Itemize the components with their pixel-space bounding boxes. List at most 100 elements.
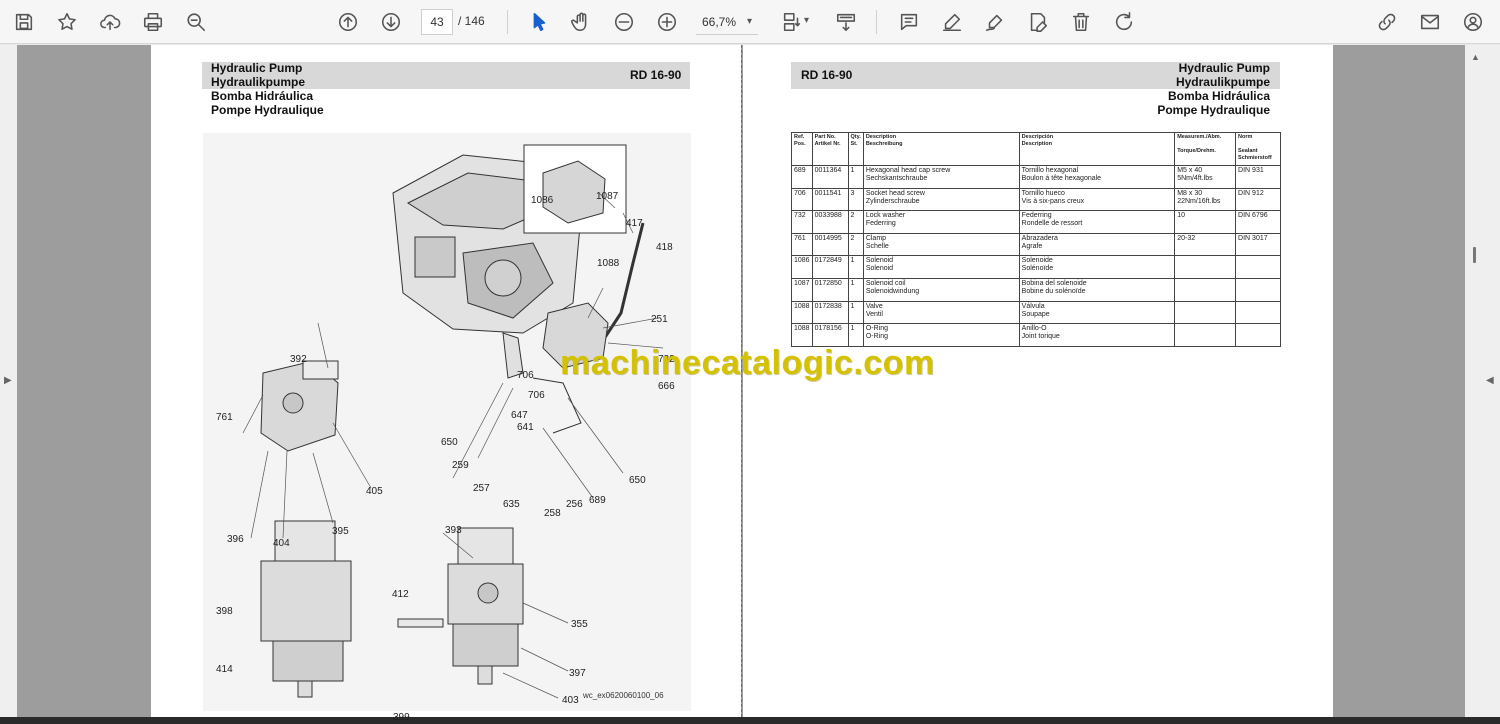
next-page-icon[interactable] [378,9,404,35]
expand-right-panel-icon[interactable]: ◀ [1486,375,1494,386]
cell-description-es-fr: Solenoide Solénoïde [1018,255,1176,279]
callout-label: 392 [290,354,307,365]
draw-signature-icon[interactable] [982,9,1008,35]
cell-description-es-fr: Válvula Soupape [1018,300,1176,325]
cell-description-en-de: Valve Ventil [862,300,1020,325]
callout-label: 706 [528,390,545,401]
organize-pages-icon[interactable] [779,9,805,35]
callout-label: 412 [392,589,409,600]
cell-qty: 2 [847,232,864,257]
previous-page-icon[interactable] [335,9,361,35]
cell-description-es-fr: Bobina del solenoide Bobine du solénoïde [1018,277,1176,302]
callout-label: 635 [503,499,520,510]
header-norm-sealant: Norm Sealant Schmierstoff [1235,132,1281,166]
cell-pos: 1087 [791,277,813,302]
cell-measurement-torque [1174,277,1237,302]
zoom-out-icon[interactable] [611,9,637,35]
title-es: Bomba Hidráulica [211,89,314,103]
cell-description-es-fr: Abrazadera Agrafe [1018,232,1176,257]
hand-tool-icon[interactable] [568,9,594,35]
highlight-pen-icon[interactable] [939,9,965,35]
callout-label: 258 [544,508,561,519]
cell-pos: 689 [791,165,813,189]
cloud-upload-icon[interactable] [97,9,123,35]
callout-label: 398 [216,606,233,617]
callout-label: 403 [562,695,579,706]
zoom-level-select[interactable]: 66,7% ▾ [696,9,758,35]
callout-label: 396 [227,534,244,545]
cell-pos: 1088 [791,323,813,347]
cell-description-en-de: Hexagonal head cap screw Sechskantschraub… [862,165,1020,189]
cell-pos: 761 [791,232,813,257]
cell-qty: 3 [847,187,864,212]
model-label: RD 16-90 [801,68,853,82]
watermark-text: machinecatalogic.com [560,344,935,382]
cell-description-es-fr: Anillo-O Joint torique [1018,323,1176,347]
table-row: 1088 0172838 1 Valve Ventil Válvula Soupap… [791,300,1281,325]
cell-part-no: 0172849 [811,255,849,279]
toolbar-divider [876,10,877,34]
zoom-level-value: 66,7% [702,14,737,29]
cell-measurement-torque [1174,323,1237,347]
callout-label: 397 [569,668,586,679]
callout-label: 251 [651,314,668,325]
title-es: Bomba Hidráulica [1167,89,1270,103]
callout-label: 393 [445,525,462,536]
select-cursor-icon[interactable] [526,9,552,35]
cell-measurement-torque [1174,255,1237,279]
cell-qty: 1 [847,165,864,189]
table-row: 1086 0172849 1 Solenoid Solenoid Solenoid… [791,255,1281,279]
model-label: RD 16-90 [630,68,682,82]
cell-norm: DIN 6796 [1235,210,1281,234]
cell-part-no: 0011541 [811,187,849,212]
cell-part-no: 0172850 [811,277,849,302]
callout-label: 418 [656,242,673,253]
email-icon[interactable] [1417,9,1443,35]
cell-norm [1235,277,1281,302]
chevron-down-icon[interactable]: ▾ [804,15,809,26]
edit-text-icon[interactable] [1025,9,1051,35]
cell-description-en-de: Clamp Schelle [862,232,1020,257]
page-number-input[interactable]: 43 [421,9,453,35]
scroll-up-icon[interactable]: ▲ [1471,52,1480,62]
expand-left-panel-icon[interactable]: ▶ [4,375,12,386]
share-link-icon[interactable] [1374,9,1400,35]
cell-part-no: 0011364 [811,165,849,189]
zoom-search-icon[interactable] [183,9,209,35]
cell-norm: DIN 931 [1235,165,1281,189]
save-icon[interactable] [11,9,37,35]
callout-label: 257 [473,483,490,494]
cell-part-no: 0172838 [811,300,849,325]
star-icon[interactable] [54,9,80,35]
header-description-es-fr: Descripción Description [1018,132,1176,166]
cell-norm [1235,323,1281,347]
cell-norm [1235,255,1281,279]
cell-qty: 1 [847,300,864,325]
rotate-redo-icon[interactable] [1111,9,1137,35]
table-row: 761 0014995 2 Clamp Schelle Abrazadera Agr… [791,232,1281,257]
cell-pos: 1088 [791,300,813,325]
header-description-en-de: Description Beschreibung [862,132,1020,166]
callout-label: 650 [629,475,646,486]
callout-label: 1087 [596,191,619,202]
cell-measurement-torque [1174,300,1237,325]
extract-pages-icon[interactable] [833,9,859,35]
delete-trash-icon[interactable] [1068,9,1094,35]
zoom-in-icon[interactable] [654,9,680,35]
cell-part-no: 0014995 [811,232,849,257]
vertical-scrollbar-thumb[interactable] [1473,247,1476,263]
comment-icon[interactable] [896,9,922,35]
title-en: Hydraulic Pump [211,61,303,75]
cell-qty: 1 [847,255,864,279]
callout-label: 405 [366,486,383,497]
print-icon[interactable] [140,9,166,35]
table-row: 1087 0172850 1 Solenoid coil Solenoidwind… [791,277,1281,302]
cell-description-en-de: Solenoid coil Solenoidwindung [862,277,1020,302]
cell-pos: 732 [791,210,813,234]
account-icon[interactable] [1460,9,1486,35]
callout-label: 761 [216,412,233,423]
cell-description-en-de: Socket head screw Zylinderschraube [862,187,1020,212]
table-row: 706 0011541 3 Socket head screw Zylinders… [791,187,1281,212]
cell-measurement-torque: M8 x 30 22Nm/16ft.lbs [1174,187,1237,212]
callout-label: 706 [517,370,534,381]
